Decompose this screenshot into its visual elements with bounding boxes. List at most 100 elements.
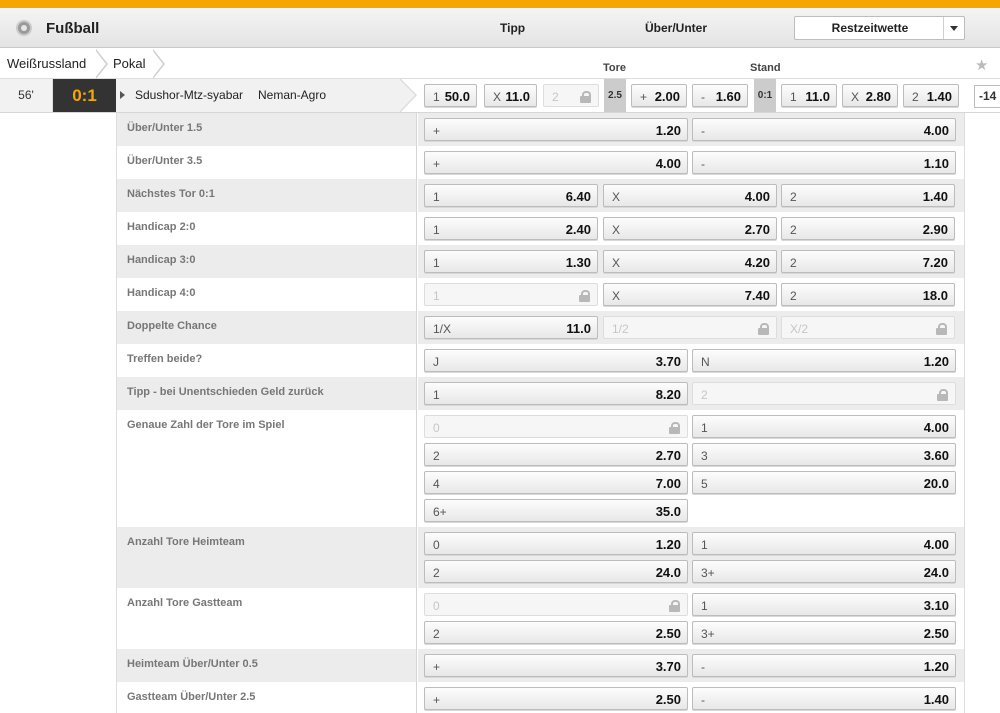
breadcrumb: Weißrussland Pokal Tore Stand ★: [0, 49, 1000, 79]
odds-label: 5: [701, 477, 708, 491]
odds-value: 1.20: [923, 659, 949, 674]
column-header-stand: Stand: [750, 62, 781, 74]
odds-button[interactable]: 4 7.00: [424, 471, 688, 494]
market-name-cell: Über/Unter 3.5: [117, 146, 417, 179]
lock-icon: [937, 389, 948, 401]
odds-label: X: [612, 190, 621, 204]
lock-icon: [580, 91, 591, 103]
odds-value: 20.0: [923, 476, 949, 491]
odds-button[interactable]: 3+ 2.50: [692, 621, 956, 644]
breadcrumb-separator: [152, 49, 169, 79]
odds-button[interactable]: +3.70: [424, 654, 688, 677]
market-row: Handicap 2:0 1 2.40 X 2.70 2 2.90: [117, 212, 964, 245]
odds-label: 1: [701, 538, 708, 552]
match-teams[interactable]: Sdushor-Mtz-syabar Neman-Agro: [116, 79, 401, 112]
odds-button[interactable]: 3+ 24.0: [692, 560, 956, 583]
market-name-cell: Handicap 3:0: [117, 245, 417, 278]
odds-value: 2.50: [655, 626, 681, 641]
odds-button[interactable]: 1 6.40: [424, 184, 598, 207]
more-markets-button[interactable]: -14: [974, 85, 1000, 108]
odds-label: -: [701, 90, 705, 104]
odds-button[interactable]: - 1.10: [692, 151, 956, 174]
odds-label: 3+: [701, 566, 715, 580]
odds-button[interactable]: X 2.80: [842, 84, 898, 107]
market-name: Über/Unter 1.5: [127, 122, 203, 134]
odds-button[interactable]: 1 50.0: [424, 84, 477, 107]
odds-button[interactable]: 2 7.20: [781, 250, 955, 273]
odds-button[interactable]: X 2.70: [603, 217, 777, 240]
odds-button[interactable]: 2 18.0: [781, 283, 955, 306]
market-row: Über/Unter 1.5 +1.20-4.00: [117, 113, 964, 146]
odds-button[interactable]: X 7.40: [603, 283, 777, 306]
odds-value: 3.10: [923, 598, 949, 613]
odds-button[interactable]: 2 1.40: [903, 84, 959, 107]
odds-value: 2.80: [865, 89, 891, 104]
odds-button[interactable]: 2 2.50: [424, 621, 688, 644]
star-icon[interactable]: ★: [975, 56, 988, 74]
odds-button[interactable]: 1 2.40: [424, 217, 598, 240]
breadcrumb-league[interactable]: Pokal: [113, 49, 146, 79]
odds-button[interactable]: X 11.0: [484, 84, 537, 107]
odds-label: 3+: [701, 627, 715, 641]
dropdown-selected-value: Restzeitwette: [831, 21, 909, 35]
odds-button[interactable]: - 1.40: [692, 687, 956, 710]
odds-button[interactable]: - 4.00: [692, 118, 956, 141]
odds-button[interactable]: +1.20: [424, 118, 688, 141]
odds-label: 2: [433, 566, 440, 580]
odds-label: 1: [701, 599, 708, 613]
odds-button[interactable]: 1/X 11.0: [424, 316, 598, 339]
odds-button[interactable]: N 1.20: [692, 349, 956, 372]
odds-button[interactable]: 5 20.0: [692, 471, 956, 494]
odds-label: 1: [433, 223, 440, 237]
odds-button[interactable]: 1 3.10: [692, 593, 956, 616]
market-row: Über/Unter 3.5 +4.00-1.10: [117, 146, 964, 179]
odds-button[interactable]: 1 4.00: [692, 532, 956, 555]
column-header-tore: Tore: [603, 62, 627, 74]
bet-type-dropdown[interactable]: Restzeitwette: [794, 16, 965, 40]
odds-button-locked: 1/2: [603, 316, 777, 339]
odds-label: X: [493, 90, 502, 104]
match-minute: 56': [0, 79, 53, 112]
odds-button[interactable]: +4.00: [424, 151, 688, 174]
breadcrumb-country[interactable]: Weißrussland: [7, 49, 86, 79]
odds-value: 1.40: [922, 189, 948, 204]
odds-button[interactable]: 2 24.0: [424, 560, 688, 583]
market-name-cell: Handicap 4:0: [117, 278, 417, 311]
odds-button[interactable]: X 4.00: [603, 184, 777, 207]
odds-label: 2: [701, 388, 708, 402]
market-name: Gastteam Über/Unter 2.5: [127, 691, 256, 703]
odds-label: X: [851, 90, 860, 104]
odds-button[interactable]: 3 3.60: [692, 443, 956, 466]
odds-button[interactable]: 2 1.40: [781, 184, 955, 207]
odds-button-locked: 1: [424, 283, 598, 306]
market-name-cell: Treffen beide?: [117, 344, 417, 377]
odds-label: J: [433, 355, 439, 369]
odds-button[interactable]: +2.50: [424, 687, 688, 710]
odds-button[interactable]: X 4.20: [603, 250, 777, 273]
odds-button[interactable]: 6+ 35.0: [424, 499, 688, 522]
chevron-down-icon[interactable]: [943, 17, 964, 39]
odds-label: 1: [790, 90, 797, 104]
odds-button[interactable]: 2 2.70: [424, 443, 688, 466]
odds-button[interactable]: 1 11.0: [781, 84, 837, 107]
odds-button[interactable]: - 1.20: [692, 654, 956, 677]
odds-button[interactable]: - 1.60: [692, 84, 748, 107]
odds-button[interactable]: 2 2.90: [781, 217, 955, 240]
lock-icon: [579, 290, 590, 302]
odds-value: 2.70: [655, 448, 681, 463]
odds-label: 2: [790, 190, 797, 204]
caret-right-icon[interactable]: [120, 91, 125, 99]
odds-button[interactable]: 1 1.30: [424, 250, 598, 273]
market-name-cell: Gastteam Über/Unter 2.5: [117, 682, 417, 713]
odds-button[interactable]: 1 4.00: [692, 415, 956, 438]
odds-button[interactable]: 1 8.20: [424, 382, 688, 405]
odds-label: X/2: [790, 322, 809, 336]
odds-button-locked: X/2: [781, 316, 955, 339]
table-right-border: [964, 113, 965, 713]
market-name: Genaue Zahl der Tore im Spiel: [127, 419, 285, 431]
odds-value: 11.0: [566, 321, 591, 336]
odds-button[interactable]: J 3.70: [424, 349, 688, 372]
odds-label: -: [701, 124, 705, 138]
odds-button[interactable]: 0 1.20: [424, 532, 688, 555]
odds-button[interactable]: + 2.00: [631, 84, 687, 107]
